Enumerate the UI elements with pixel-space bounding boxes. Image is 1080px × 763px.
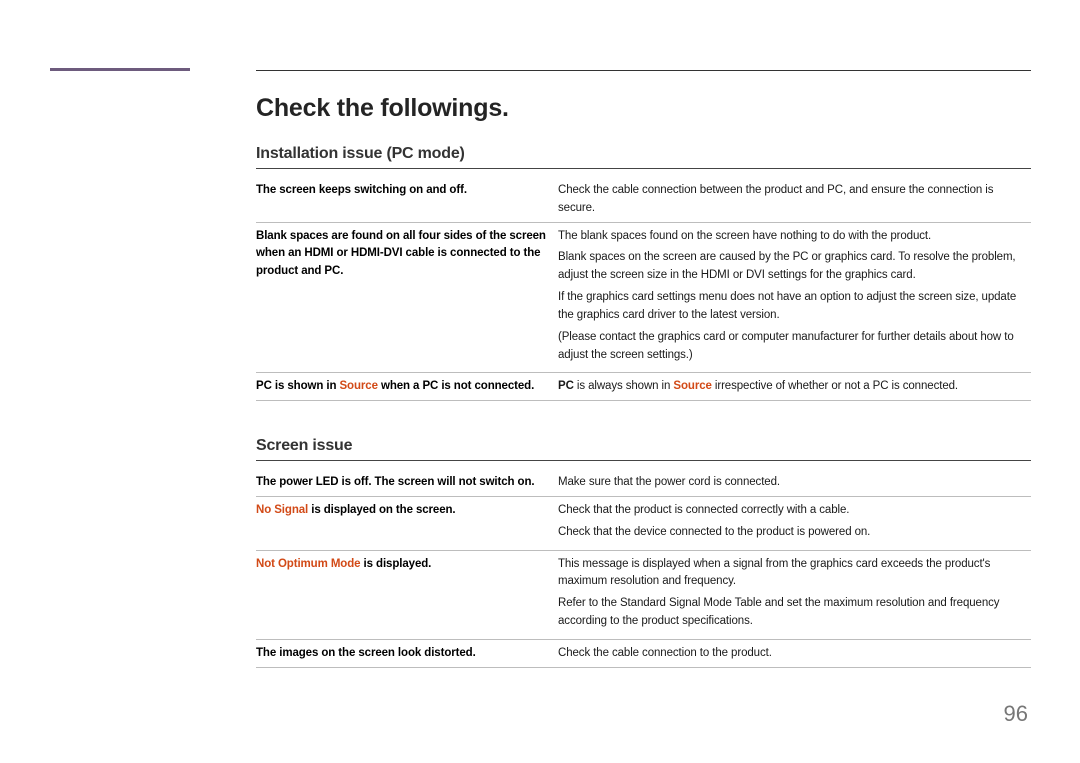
table-row: Blank spaces are found on all four sides… <box>256 223 1031 374</box>
section-rule <box>256 168 1031 169</box>
text-span: The blank spaces found on the screen hav… <box>558 230 931 242</box>
text-span: (Please contact the graphics card or com… <box>558 331 1014 361</box>
text-span: is displayed on the screen. <box>308 504 455 516</box>
text-span: PC <box>558 380 574 392</box>
table-row: PC is shown in Source when a PC is not c… <box>256 373 1031 401</box>
row-left: No Signal is displayed on the screen. <box>256 502 546 546</box>
row-left: The images on the screen look distorted. <box>256 645 546 663</box>
row-right-para: Check that the product is connected corr… <box>558 502 1031 520</box>
text-span: If the graphics card settings menu does … <box>558 291 1016 321</box>
text-span: irrespective of whether or not a PC is c… <box>712 380 958 392</box>
row-right-para: This message is displayed when a signal … <box>558 556 1031 592</box>
text-span: Make sure that the power cord is connect… <box>558 476 780 488</box>
table-row: The images on the screen look distorted.… <box>256 640 1031 668</box>
row-right: This message is displayed when a signal … <box>558 556 1031 635</box>
row-left: The power LED is off. The screen will no… <box>256 474 546 492</box>
row-right-para: The blank spaces found on the screen hav… <box>558 228 1031 246</box>
row-right: Make sure that the power cord is connect… <box>558 474 1031 492</box>
row-right-para: (Please contact the graphics card or com… <box>558 329 1031 365</box>
row-left: The screen keeps switching on and off. <box>256 182 546 218</box>
table-row: No Signal is displayed on the screen. Che… <box>256 497 1031 551</box>
page-number: 96 <box>1004 701 1028 727</box>
table-row: The screen keeps switching on and off. Ch… <box>256 177 1031 223</box>
row-right: Check the cable connection to the produc… <box>558 645 1031 663</box>
row-left: Not Optimum Mode is displayed. <box>256 556 546 635</box>
text-span: No Signal <box>256 504 308 516</box>
row-left: Blank spaces are found on all four sides… <box>256 228 546 369</box>
text-span: Check the cable connection to the produc… <box>558 647 772 659</box>
text-span: This message is displayed when a signal … <box>558 558 990 588</box>
row-right: The blank spaces found on the screen hav… <box>558 228 1031 369</box>
text-span: Blank spaces are found on all four sides… <box>256 230 546 278</box>
table-row: Not Optimum Mode is displayed. This messa… <box>256 551 1031 640</box>
row-right: Check that the product is connected corr… <box>558 502 1031 546</box>
row-left: PC is shown in Source when a PC is not c… <box>256 378 546 396</box>
row-right-para: Check that the device connected to the p… <box>558 524 1031 542</box>
section-rule <box>256 460 1031 461</box>
row-right-para: Blank spaces on the screen are caused by… <box>558 249 1031 285</box>
table-row: The power LED is off. The screen will no… <box>256 469 1031 497</box>
section-title: Installation issue (PC mode) <box>256 145 1031 163</box>
row-right: PC is always shown in Source irrespectiv… <box>558 378 1031 396</box>
text-span: Not Optimum Mode <box>256 558 360 570</box>
text-span: Source <box>673 380 711 392</box>
page-title: Check the followings. <box>256 94 1031 123</box>
text-span: is displayed. <box>360 558 431 570</box>
text-span: The power LED is off. The screen will no… <box>256 476 535 488</box>
text-span: Check the cable connection between the p… <box>558 184 993 214</box>
text-span: PC is shown in <box>256 380 339 392</box>
text-span: Check that the product is connected corr… <box>558 504 849 516</box>
text-span: Check that the device connected to the p… <box>558 526 870 538</box>
text-span: Source <box>339 380 377 392</box>
page-content: Check the followings. Installation issue… <box>256 94 1031 668</box>
row-right: Check the cable connection between the p… <box>558 182 1031 218</box>
accent-bar <box>50 68 190 71</box>
row-right-para: If the graphics card settings menu does … <box>558 289 1031 325</box>
text-span: The images on the screen look distorted. <box>256 647 476 659</box>
text-span: when a PC is not connected. <box>378 380 534 392</box>
text-span: is always shown in <box>574 380 674 392</box>
text-span: The screen keeps switching on and off. <box>256 184 467 196</box>
text-span: Refer to the Standard Signal Mode Table … <box>558 597 999 627</box>
row-right-para: Refer to the Standard Signal Mode Table … <box>558 595 1031 631</box>
section-title: Screen issue <box>256 437 1031 455</box>
top-rule <box>256 70 1031 71</box>
text-span: Blank spaces on the screen are caused by… <box>558 251 1016 281</box>
